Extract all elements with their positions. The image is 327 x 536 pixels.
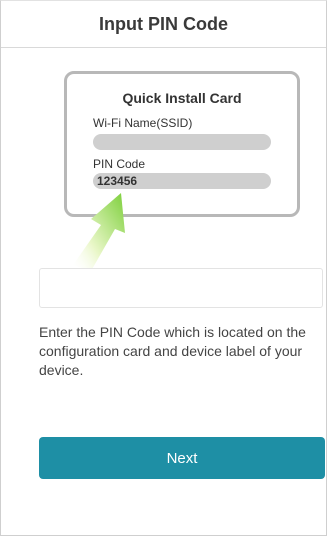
ssid-label: Wi-Fi Name(SSID) (93, 116, 193, 130)
instructions-text: Enter the PIN Code which is located on t… (39, 324, 306, 378)
ssid-value-placeholder (93, 134, 271, 150)
card-title: Quick Install Card (122, 90, 242, 106)
screen: Input PIN Code Quick Install Card Wi-Fi … (0, 0, 327, 536)
pointer-arrow-icon (73, 193, 125, 271)
page-title: Input PIN Code (1, 1, 326, 48)
pin-input[interactable] (39, 268, 323, 308)
next-button[interactable]: Next (39, 437, 325, 479)
pin-label: PIN Code (93, 157, 146, 171)
